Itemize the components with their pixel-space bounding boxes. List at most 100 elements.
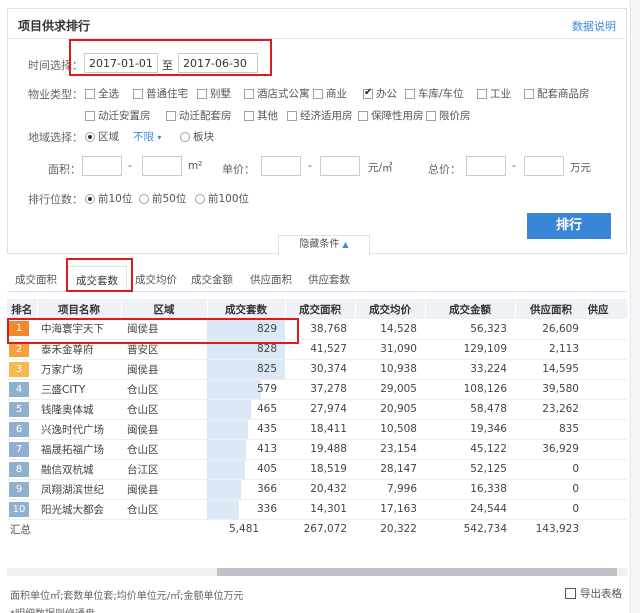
- supply-area-cell: 14,595: [515, 359, 587, 380]
- rank-top50-radio[interactable]: 前50位: [139, 191, 186, 206]
- supply-more-cell: [587, 439, 627, 460]
- supply-more-cell: [587, 459, 627, 480]
- table-row[interactable]: 6 兴逸时代广场 闽侯县 435 18,411 10,508 19,346 835: [7, 419, 627, 440]
- property-type-text: 其他: [257, 110, 278, 122]
- property-type-text: 动迁配套房: [179, 110, 232, 122]
- project-name-link[interactable]: 三盛CITY: [37, 379, 121, 400]
- property-type-checkbox[interactable]: 动迁配套房: [166, 108, 232, 123]
- property-type-checkbox[interactable]: 商业: [313, 86, 347, 101]
- property-type-checkbox[interactable]: 工业: [477, 86, 511, 101]
- horizontal-scrollbar[interactable]: [7, 568, 627, 576]
- export-table-button[interactable]: 导出表格: [565, 586, 622, 601]
- supply-area-cell: 2,113: [515, 339, 587, 360]
- property-type-checkbox[interactable]: 经济适用房: [287, 108, 353, 123]
- property-type-checkbox[interactable]: 车库/车位: [405, 86, 464, 101]
- col-rank: 排名: [7, 299, 38, 319]
- col-deal-area[interactable]: 成交面积: [285, 299, 356, 319]
- project-name-link[interactable]: 阳光城大都会: [37, 499, 121, 520]
- area-min-input[interactable]: [82, 156, 122, 176]
- project-name-link[interactable]: 兴逸时代广场: [37, 419, 121, 440]
- supply-more-cell: [587, 479, 627, 500]
- property-type-checkbox[interactable]: 配套商品房: [524, 86, 590, 101]
- area-max-input[interactable]: [142, 156, 182, 176]
- supply-area-cell: 0: [515, 499, 587, 520]
- deal-area-cell: 19,488: [285, 439, 355, 460]
- checkbox-icon: [405, 88, 415, 99]
- supply-area-cell: 39,580: [515, 379, 587, 400]
- area-label: 面积：: [48, 163, 81, 176]
- checkbox-icon: [85, 110, 95, 121]
- radio-dot: [180, 131, 190, 142]
- table-row[interactable]: 3 万家广场 闽侯县 825 30,374 10,938 33,224 14,595: [7, 359, 627, 380]
- rank-button[interactable]: 排行: [527, 213, 611, 239]
- region-radio-plate[interactable]: 板块: [180, 129, 214, 144]
- district-cell: 仓山区: [121, 499, 207, 520]
- price-min-input[interactable]: [261, 156, 301, 176]
- table-row[interactable]: 9 凤翔湖滨世纪 闽侯县 366 20,432 7,996 16,338 0: [7, 479, 627, 500]
- rank-cell: 7: [7, 439, 37, 460]
- checkbox-icon: [287, 110, 297, 121]
- tab-supply-sets[interactable]: 供应套数: [308, 272, 350, 287]
- property-type-checkbox[interactable]: 其他: [244, 108, 278, 123]
- table-row[interactable]: 5 钱隆奥体城 仓山区 465 27,974 20,905 58,478 23,262: [7, 399, 627, 420]
- total-max-input[interactable]: [524, 156, 564, 176]
- checkbox-icon: [358, 110, 368, 121]
- property-type-checkbox[interactable]: 普通住宅: [133, 86, 188, 101]
- price-max-input[interactable]: [320, 156, 360, 176]
- hide-conditions-toggle[interactable]: 隐藏条件 ▲: [278, 235, 370, 255]
- property-type-checkbox[interactable]: 别墅: [197, 86, 231, 101]
- property-type-text: 工业: [490, 88, 511, 100]
- data-help-link[interactable]: 数据说明: [572, 18, 616, 34]
- deal-sets-bar: [207, 399, 251, 418]
- project-name-link[interactable]: 万家广场: [37, 359, 121, 380]
- project-name-link[interactable]: 凤翔湖滨世纪: [37, 479, 121, 500]
- property-type-checkbox[interactable]: 全选: [85, 86, 119, 101]
- avg-price-cell: 28,147: [355, 459, 425, 480]
- region-radio-district[interactable]: 区域: [85, 129, 119, 144]
- rank-badge: 9: [9, 481, 29, 497]
- project-name-link[interactable]: 福晟拓福广场: [37, 439, 121, 460]
- property-type-text: 办公: [376, 88, 397, 100]
- supply-more-cell: [587, 359, 627, 380]
- tab-deal-amount[interactable]: 成交金额: [191, 272, 233, 287]
- deal-sets-value: 413: [256, 443, 277, 455]
- col-project-name: 项目名称: [37, 299, 122, 319]
- supply-more-cell: [587, 379, 627, 400]
- deal-sets-cell: 465: [207, 399, 285, 420]
- table-row[interactable]: 10 阳光城大都会 仓山区 336 14,301 17,163 24,544 0: [7, 499, 627, 520]
- deal-sets-value: 405: [256, 463, 277, 475]
- tab-supply-area[interactable]: 供应面积: [250, 272, 292, 287]
- tab-deal-area[interactable]: 成交面积: [15, 272, 57, 287]
- rank-cell: 5: [7, 399, 37, 420]
- tab-deal-avg-price[interactable]: 成交均价: [135, 272, 177, 287]
- deal-sets-value: 825: [256, 363, 277, 375]
- table-row[interactable]: 4 三盛CITY 仓山区 579 37,278 29,005 108,126 39,580: [7, 379, 627, 400]
- property-type-text: 车库/车位: [418, 88, 464, 100]
- property-type-text: 经济适用房: [300, 110, 353, 122]
- project-name-link[interactable]: 融信双杭城: [37, 459, 121, 480]
- scrollbar-thumb[interactable]: [217, 568, 617, 576]
- total-min-input[interactable]: [466, 156, 506, 176]
- property-type-checkbox[interactable]: 办公: [363, 86, 397, 101]
- col-deal-amount[interactable]: 成交金额: [425, 299, 516, 319]
- col-supply-area[interactable]: 供应面积: [515, 299, 588, 319]
- deal-area-cell: 37,278: [285, 379, 355, 400]
- table-row[interactable]: 7 福晟拓福广场 仓山区 413 19,488 23,154 45,122 36,929: [7, 439, 627, 460]
- area-dash: -: [128, 160, 132, 172]
- property-type-checkbox[interactable]: 酒店式公寓: [244, 86, 310, 101]
- property-type-checkbox[interactable]: 限价房: [426, 108, 471, 123]
- rank-top100-radio[interactable]: 前100位: [195, 191, 249, 206]
- district-cell: 仓山区: [121, 379, 207, 400]
- col-deal-sets[interactable]: 成交套数: [207, 299, 286, 319]
- project-name-link[interactable]: 钱隆奥体城: [37, 399, 121, 420]
- rank-top10-radio[interactable]: 前10位: [85, 191, 132, 206]
- district-cell: 仓山区: [121, 399, 207, 420]
- table-row[interactable]: 8 融信双杭城 台江区 405 18,519 28,147 52,125 0: [7, 459, 627, 480]
- district-cell: 闽侯县: [121, 359, 207, 380]
- col-avg-price[interactable]: 成交均价: [355, 299, 426, 319]
- region-dropdown[interactable]: 不限 ▾: [133, 129, 161, 144]
- rank-badge: 3: [9, 361, 29, 377]
- property-type-checkbox[interactable]: 保障性用房: [358, 108, 424, 123]
- property-type-checkbox[interactable]: 动迁安置房: [85, 108, 151, 123]
- deal-amount-cell: 56,323: [425, 319, 515, 340]
